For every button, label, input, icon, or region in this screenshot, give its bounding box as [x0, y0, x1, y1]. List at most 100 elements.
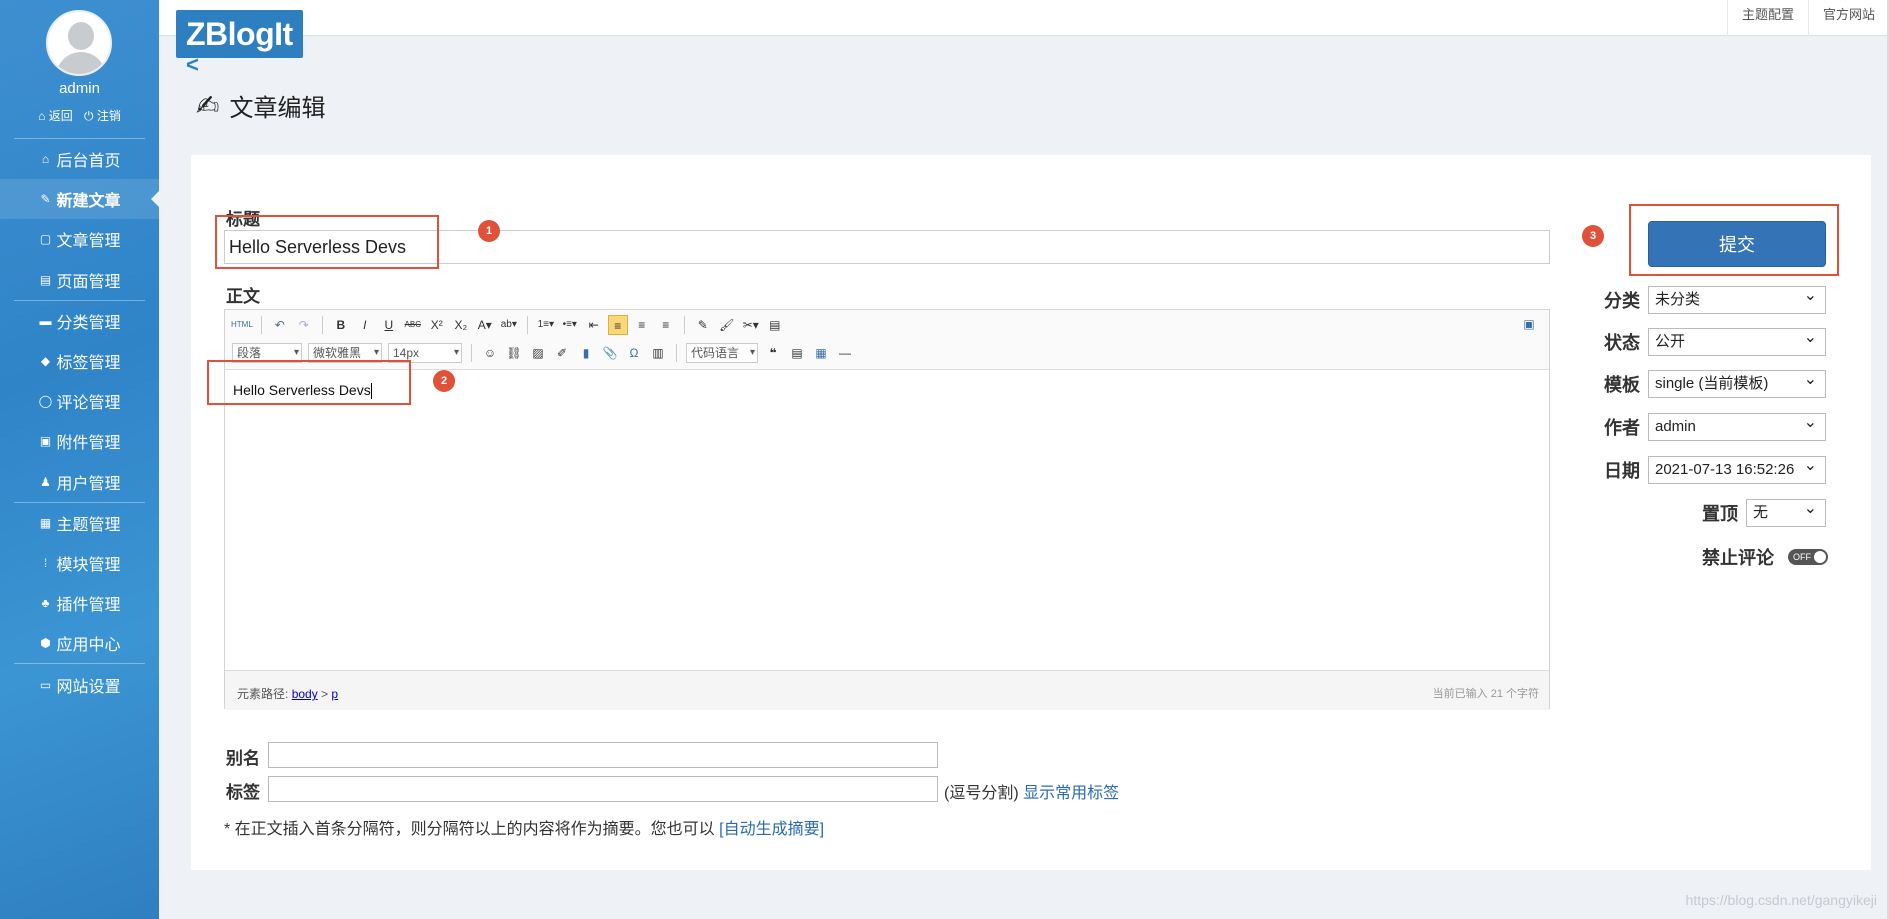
- sidebar-item-users[interactable]: ♟ 用户管理: [0, 462, 159, 502]
- fullscreen-icon[interactable]: ▣: [1519, 314, 1539, 334]
- back-link[interactable]: ⌂ 返回: [38, 109, 73, 123]
- link-icon[interactable]: ⛓: [504, 343, 524, 363]
- annotation-badge-1: 1: [478, 220, 500, 242]
- file-icon: ▢: [39, 232, 52, 247]
- sticky-row: 置顶 无: [1702, 496, 1826, 527]
- emoji-icon[interactable]: ☺: [480, 343, 500, 363]
- category-select[interactable]: 未分类: [1648, 283, 1826, 314]
- sidebar-item-label: 网站设置: [56, 678, 121, 696]
- sidebar-item-modules[interactable]: ⁞ 模块管理: [0, 543, 159, 583]
- show-common-tags-link[interactable]: 显示常用标签: [1023, 785, 1119, 802]
- horizontal-rule-icon[interactable]: —: [835, 343, 855, 363]
- sidebar-item-attachments[interactable]: ▣ 附件管理: [0, 421, 159, 461]
- toolbar-divider: [526, 316, 528, 334]
- tag-icon: ◆: [40, 354, 51, 369]
- video-icon[interactable]: ▮: [576, 343, 596, 363]
- template-select[interactable]: single (当前模板): [1648, 367, 1826, 398]
- sidebar-item-articles[interactable]: ▢ 文章管理: [0, 219, 159, 259]
- sidebar-item-new-article[interactable]: ✎ 新建文章: [0, 179, 159, 220]
- tags-input[interactable]: [268, 776, 938, 802]
- image-icon[interactable]: ▨: [528, 343, 548, 363]
- underline-icon[interactable]: U: [379, 315, 399, 335]
- logo[interactable]: ZBlogIt: [176, 10, 303, 58]
- strikethrough-icon[interactable]: ABC: [403, 315, 423, 335]
- sidebar-item-comments[interactable]: ◯ 评论管理: [0, 381, 159, 421]
- outdent-icon[interactable]: ⇤: [584, 315, 604, 335]
- home-icon: ⌂: [41, 152, 50, 167]
- font-color-icon[interactable]: A▾: [475, 315, 495, 335]
- theme-icon: ▦: [39, 515, 52, 530]
- logout-link[interactable]: ⏻ 注销: [84, 109, 121, 123]
- ordered-list-icon[interactable]: 1≡▾: [536, 315, 556, 335]
- user-icon: ♟: [40, 474, 51, 489]
- date-label: 日期: [1604, 461, 1640, 481]
- rich-text-editor: HTML ↶ ↷ B I U ABC X² X₂ A▾ ab▾ 1≡▾ •≡▾ …: [224, 309, 1550, 710]
- align-center-icon[interactable]: ≡: [632, 315, 652, 335]
- editor-content[interactable]: Hello Serverless Devs: [225, 370, 1549, 670]
- auto-excerpt-link[interactable]: [自动生成摘要]: [719, 821, 824, 838]
- sidebar-item-app-center[interactable]: ⬢ 应用中心: [0, 623, 159, 663]
- page-title-text: 文章编辑: [229, 95, 326, 122]
- page-break-icon[interactable]: ▤: [787, 343, 807, 363]
- avatar[interactable]: [46, 10, 112, 76]
- sidebar-item-tags[interactable]: ◆ 标签管理: [0, 341, 159, 381]
- eraser-icon[interactable]: ✎: [693, 315, 713, 335]
- author-select[interactable]: admin: [1648, 410, 1826, 441]
- html-source-button[interactable]: HTML: [231, 315, 253, 335]
- sidebar-item-dashboard[interactable]: ⌂ 后台首页: [0, 139, 159, 179]
- status-select[interactable]: 公开: [1648, 325, 1826, 356]
- sidebar-item-label: 标签管理: [56, 355, 121, 373]
- date-input[interactable]: 2021-07-13 16:52:26: [1648, 453, 1826, 484]
- annotation-badge-3: 3: [1582, 225, 1604, 247]
- bold-icon[interactable]: B: [331, 315, 351, 335]
- sidebar-item-themes[interactable]: ▦ 主题管理: [0, 503, 159, 543]
- paste-icon[interactable]: ▤: [765, 315, 785, 335]
- clear-format-icon[interactable]: ✂▾: [741, 315, 761, 335]
- align-right-icon[interactable]: ≡: [656, 315, 676, 335]
- status-row: 状态 公开: [1604, 325, 1826, 356]
- toolbar-divider: [260, 316, 262, 334]
- format-painter-icon[interactable]: 🖌: [717, 315, 737, 335]
- subscript-icon[interactable]: X₂: [451, 315, 471, 335]
- align-left-icon[interactable]: ≡: [607, 315, 628, 335]
- blockquote-icon[interactable]: ❝: [763, 343, 783, 363]
- status-label: 状态: [1604, 333, 1640, 353]
- official-site-link[interactable]: 官方网站: [1807, 0, 1889, 36]
- template-row: 模板 single (当前模板): [1604, 367, 1826, 398]
- scrawl-icon[interactable]: ✐: [552, 343, 572, 363]
- italic-icon[interactable]: I: [355, 315, 375, 335]
- attachment-icon[interactable]: 📎: [600, 343, 620, 363]
- sidebar-item-site-settings[interactable]: ▭ 网站设置: [0, 664, 159, 704]
- watermark: https://blog.csdn.net/gangyikeji: [1685, 892, 1877, 908]
- chart-icon[interactable]: ▥: [648, 343, 668, 363]
- path-body-link[interactable]: body: [292, 687, 318, 701]
- table-icon[interactable]: ▦: [811, 343, 831, 363]
- sticky-select[interactable]: 无: [1746, 496, 1826, 527]
- date-row: 日期 2021-07-13 16:52:26: [1604, 453, 1826, 484]
- no-comment-toggle[interactable]: OFF: [1788, 549, 1828, 565]
- attachment-icon: ▣: [39, 434, 52, 449]
- comment-icon: ◯: [38, 394, 53, 409]
- alias-input[interactable]: [268, 742, 938, 768]
- sidebar: admin ⌂ 返回 ⏻ 注销 ⌂ 后台首页 ✎ 新建文章 ▢ 文章管理 ▤ 页面管理 …: [0, 0, 159, 919]
- path-separator: >: [321, 687, 329, 701]
- user-actions: ⌂ 返回 ⏻ 注销: [0, 107, 159, 124]
- special-char-icon[interactable]: Ω: [624, 343, 644, 363]
- superscript-icon[interactable]: X²: [427, 315, 447, 335]
- no-comment-row: 禁止评论 OFF: [1702, 544, 1828, 570]
- annotation-box-3: [1629, 204, 1839, 276]
- sidebar-item-label: 新建文章: [56, 193, 121, 211]
- unordered-list-icon[interactable]: •≡▾: [560, 315, 580, 335]
- sidebar-item-pages[interactable]: ▤ 页面管理: [0, 260, 159, 300]
- edit-icon: ✎: [40, 192, 51, 207]
- redo-icon[interactable]: ↷: [294, 315, 314, 335]
- highlight-icon[interactable]: ab▾: [499, 315, 519, 335]
- path-p-link[interactable]: p: [331, 687, 338, 701]
- undo-icon[interactable]: ↶: [270, 315, 290, 335]
- code-language-select[interactable]: 代码语言: [686, 343, 758, 363]
- excerpt-hint-row: * 在正文插入首条分隔符，则分隔符以上的内容将作为摘要。您也可以 [自动生成摘要…: [224, 815, 824, 839]
- theme-config-link[interactable]: 主题配置: [1726, 0, 1808, 36]
- sidebar-item-categories[interactable]: ▬ 分类管理: [0, 301, 159, 341]
- sidebar-item-plugins[interactable]: ♣ 插件管理: [0, 583, 159, 623]
- alias-label: 别名: [226, 749, 260, 768]
